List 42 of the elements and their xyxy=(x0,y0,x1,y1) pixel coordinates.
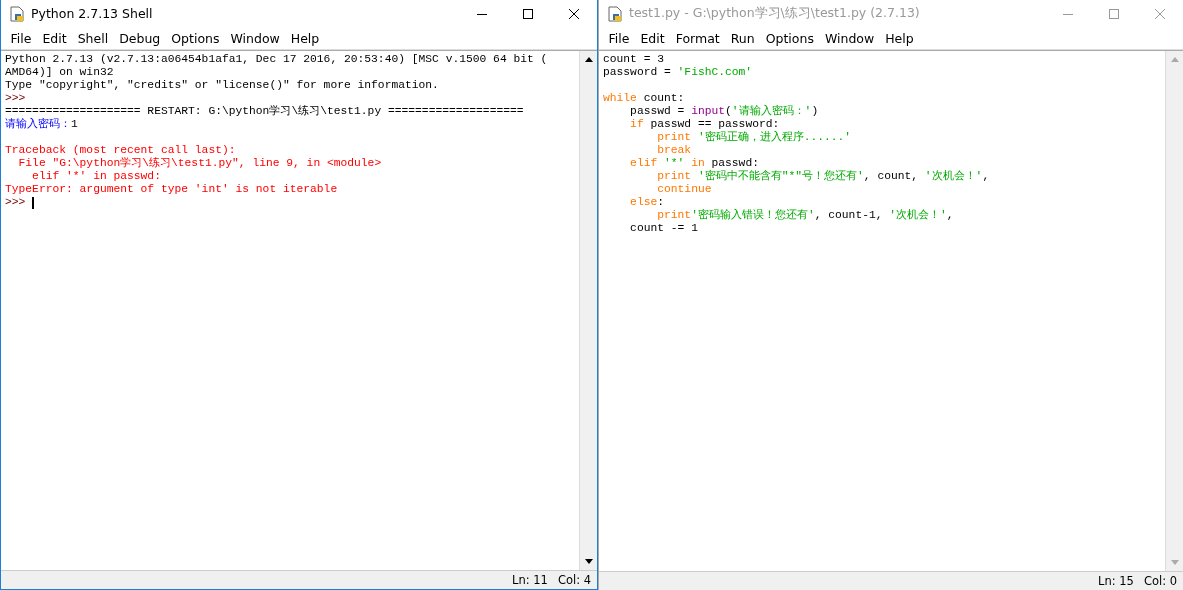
code-line: Python 2.7.13 (v2.7.13:a06454b1afa1, Dec 17 2016, 20:53:40) [MSC v.1500 64 bit ( xyxy=(5,53,548,66)
code-line: AMD64)] on win32 xyxy=(5,66,114,79)
code-line: count -= 1 xyxy=(629,222,698,235)
code-line: if passwd == password: xyxy=(629,118,780,131)
line-number: Ln: 11 xyxy=(512,573,548,587)
code-line: print '密码中不能含有"*"号！您还有', count, '次机会！', xyxy=(656,170,990,183)
code-line: elif '*' in passwd: xyxy=(629,157,759,170)
python-file-icon xyxy=(9,5,25,22)
code-line: >>> xyxy=(5,196,26,209)
window-title: test1.py - G:\python学习\练习\test1.py (2.7.13) xyxy=(629,5,920,22)
code-line: password = 'FishC.com' xyxy=(603,66,753,79)
code-line: break xyxy=(656,144,692,157)
menu-item[interactable]: Window xyxy=(225,29,286,47)
code-line: count = 3 xyxy=(603,53,664,66)
scrollbar[interactable] xyxy=(579,51,597,570)
code-line: TypeError: argument of type 'int' is not iterable xyxy=(5,183,338,196)
code-line: while count: xyxy=(603,92,685,105)
code-line: continue xyxy=(656,183,712,196)
code-line: print'密码输入错误！您还有', count-1, '次机会！', xyxy=(656,209,954,222)
code-line: File "G:\python学习\练习\test1.py", line 9, in <module> xyxy=(17,157,382,170)
window-title: Python 2.7.13 Shell xyxy=(31,6,153,21)
code-line: Type "copyright", "credits" or "license()" for more information. xyxy=(5,79,439,92)
code-line: Traceback (most recent call last): xyxy=(5,144,236,157)
column-number: Col: 0 xyxy=(1143,574,1177,588)
maximize-icon[interactable] xyxy=(523,8,533,19)
code-line: elif '*' in passwd: xyxy=(31,170,161,183)
menu-item[interactable]: Debug xyxy=(113,29,166,47)
code-line: 请输入密码：1 xyxy=(5,118,78,131)
menu-item[interactable]: Help xyxy=(285,29,325,47)
code-line: else: xyxy=(629,196,664,209)
menu-item[interactable]: Shell xyxy=(72,29,114,47)
code-line: passwd = input('请输入密码：') xyxy=(629,105,819,118)
menu-item[interactable]: File xyxy=(5,29,37,47)
line-number: Ln: 15 xyxy=(1098,574,1134,588)
menu-item[interactable]: Options xyxy=(165,29,225,47)
code-line: print '密码正确，进入程序......' xyxy=(656,131,852,144)
menu-item[interactable]: Edit xyxy=(36,29,73,47)
column-number: Col: 4 xyxy=(557,573,591,587)
close-icon[interactable] xyxy=(569,8,579,19)
python-file-icon xyxy=(607,5,623,22)
code-line: ==================== RESTART: G:\python学习\练习\test1.py ==================== xyxy=(5,105,524,118)
code-line: >>> xyxy=(5,92,26,105)
